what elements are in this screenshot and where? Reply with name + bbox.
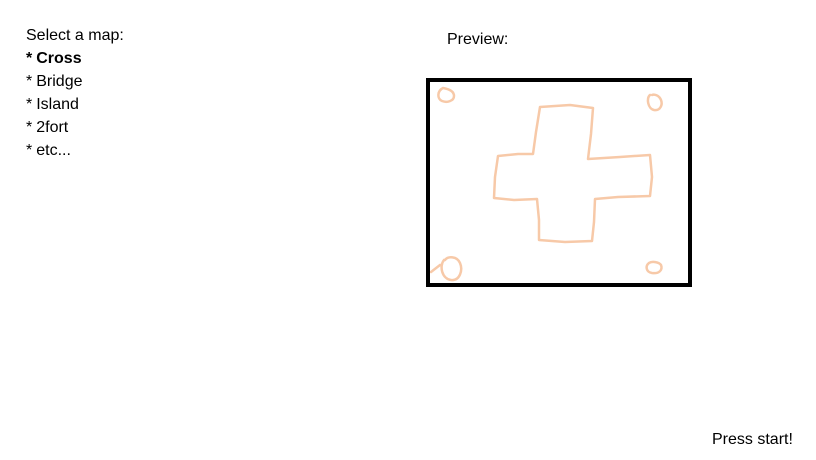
map-option-label: Island [36, 96, 79, 113]
press-start-prompt[interactable]: Press start! [712, 430, 793, 450]
map-select-panel: Select a map: * Cross * Bridge * Island * 2f… [26, 24, 124, 162]
list-bullet: * [26, 96, 33, 113]
map-preview-frame [426, 78, 692, 287]
map-option-2fort[interactable]: * 2fort [26, 116, 124, 139]
map-option-label: etc... [36, 142, 71, 159]
map-option-cross[interactable]: * Cross [26, 47, 124, 70]
map-list: * Cross * Bridge * Island * 2fort * etc... [26, 47, 124, 162]
list-bullet: * [26, 50, 33, 67]
map-option-label: Cross [36, 50, 82, 67]
preview-label: Preview: [447, 31, 509, 48]
corner-marker-top-left [437, 86, 456, 104]
map-select-heading: Select a map: [26, 27, 124, 44]
map-preview-sketch [430, 86, 663, 282]
list-bullet: * [26, 142, 33, 159]
corner-marker-bottom-left [430, 256, 463, 282]
list-bullet: * [26, 119, 33, 136]
map-option-island[interactable]: * Island [26, 93, 124, 116]
list-bullet: * [26, 73, 33, 90]
map-option-etc[interactable]: * etc... [26, 139, 124, 162]
map-option-bridge[interactable]: * Bridge [26, 70, 124, 93]
corner-marker-top-right [646, 93, 663, 112]
map-option-label: 2fort [36, 119, 69, 136]
corner-marker-bottom-right [645, 260, 663, 275]
cross-shape [492, 103, 654, 244]
map-option-label: Bridge [36, 73, 83, 90]
